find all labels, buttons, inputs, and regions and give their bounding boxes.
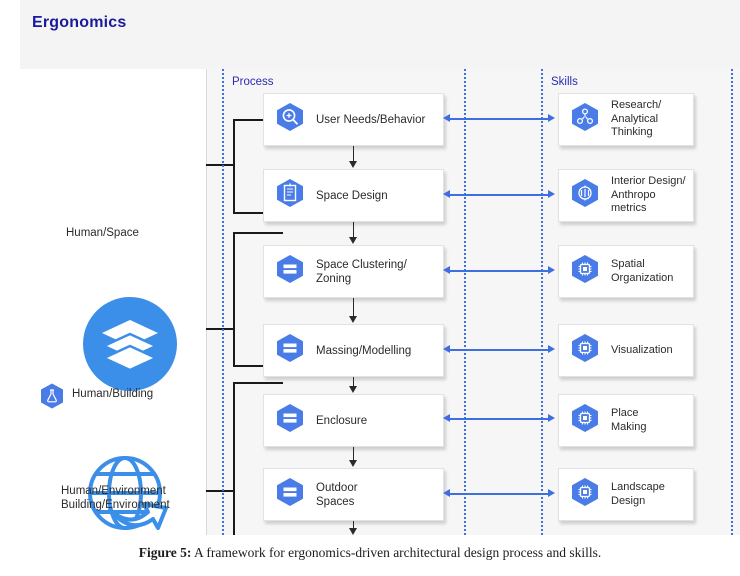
skill-link-arrowhead-left-3 [443, 266, 450, 274]
skill-node-label: Research/ Analytical Thinking [611, 99, 662, 139]
figure-root: Ergonomics Human/Space Human/Building Hu… [0, 0, 740, 576]
process-node-massing-modelling[interactable]: Massing/Modelling [263, 324, 444, 377]
skill-link-arrowhead-left-4 [443, 345, 450, 353]
skill-link-arrowhead-right-2 [548, 190, 555, 198]
process-group-title: Process [232, 76, 274, 88]
chip-hexagon-icon [570, 403, 600, 438]
skill-link-arrowhead-right-4 [548, 345, 555, 353]
skill-link-arrowhead-left-6 [443, 489, 450, 497]
skill-link-arrowhead-left-2 [443, 190, 450, 198]
skill-node-label: Interior Design/ Anthropo metrics [611, 175, 686, 215]
rows-hexagon-icon [275, 403, 305, 438]
figure-caption-body: A framework for ergonomics-driven archit… [191, 545, 602, 560]
skill-link-arrowhead-left-5 [443, 414, 450, 422]
skill-link-line-5 [450, 418, 550, 420]
skill-node-research-analytical-thinking[interactable]: Research/ Analytical Thinking [558, 93, 694, 146]
process-node-space-clustering[interactable]: Space Clustering/ Zoning [263, 245, 444, 298]
rows-hexagon-icon [275, 333, 305, 368]
process-node-label: Massing/Modelling [316, 344, 412, 357]
process-node-label: Outdoor Spaces [316, 481, 358, 508]
flow-arrowhead-3 [349, 316, 357, 323]
network-hexagon-icon [570, 102, 600, 137]
layers-icon [101, 320, 159, 372]
skill-link-arrowhead-right-6 [548, 489, 555, 497]
chip-hexagon-icon [570, 254, 600, 289]
skills-group-title: Skills [551, 76, 578, 88]
flow-line-3 [353, 298, 355, 317]
diagram-canvas: Human/Space Human/Building Human/Environ… [20, 69, 740, 535]
figure-caption-prefix: Figure 5: [138, 545, 192, 560]
skill-link-line-3 [450, 270, 550, 272]
skill-link-line-2 [450, 194, 550, 196]
process-node-enclosure[interactable]: Enclosure [263, 394, 444, 447]
skill-link-arrowhead-right-5 [548, 414, 555, 422]
skill-node-label: Visualization [611, 343, 673, 356]
process-node-label: Enclosure [316, 414, 368, 427]
process-node-space-design[interactable]: Space Design [263, 169, 444, 222]
body-hexagon-icon [570, 178, 600, 213]
skill-link-arrowhead-right-3 [548, 266, 555, 274]
skill-node-landscape-design[interactable]: Landscape Design [558, 468, 694, 521]
flow-arrowhead-4 [349, 386, 357, 393]
flow-arrowhead-1 [349, 161, 357, 168]
page-title: Ergonomics [32, 14, 127, 31]
skill-link-arrowhead-left-1 [443, 114, 450, 122]
process-node-label: Space Design [316, 189, 388, 202]
flow-arrowhead-5 [349, 460, 357, 467]
skill-link-line-4 [450, 349, 550, 351]
flask-hexagon-icon [38, 382, 66, 410]
chip-hexagon-icon [570, 333, 600, 368]
figure-caption: Figure 5: A framework for ergonomics-dri… [0, 535, 740, 576]
flow-line-5 [353, 447, 355, 461]
flow-line-2 [353, 222, 355, 238]
header-band [20, 0, 740, 69]
taxonomy-label-human-space: Human/Space [66, 227, 139, 239]
skill-node-place-making[interactable]: Place Making [558, 394, 694, 447]
skill-link-arrowhead-right-1 [548, 114, 555, 122]
search-hexagon-icon [275, 102, 305, 137]
skill-link-line-6 [450, 493, 550, 495]
skill-node-label: Spatial Organization [611, 258, 674, 284]
rows-hexagon-icon [275, 477, 305, 512]
figure-caption-text: Figure 5: A framework for ergonomics-dri… [139, 545, 602, 561]
rows-hexagon-icon [275, 254, 305, 289]
flow-arrowhead-6 [349, 528, 357, 535]
process-node-label: Space Clustering/ Zoning [316, 258, 407, 285]
layers-circle-icon [83, 297, 177, 391]
blueprint-hexagon-icon [275, 178, 305, 213]
skill-node-visualization[interactable]: Visualization [558, 324, 694, 377]
process-node-outdoor-spaces[interactable]: Outdoor Spaces [263, 468, 444, 521]
taxonomy-label-human-building: Human/Building [72, 388, 154, 400]
taxonomy-label-human-environment: Human/Environment Building/Environment [61, 485, 170, 511]
process-node-label: User Needs/Behavior [316, 113, 426, 126]
skill-node-label: Landscape Design [611, 481, 665, 507]
skill-node-interior-design-anthropometrics[interactable]: Interior Design/ Anthropo metrics [558, 169, 694, 222]
flow-line-1 [353, 146, 355, 162]
flow-arrowhead-2 [349, 237, 357, 244]
skill-node-spatial-organization[interactable]: Spatial Organization [558, 245, 694, 298]
skill-node-label: Place Making [611, 407, 647, 433]
chip-hexagon-icon [570, 477, 600, 512]
process-node-user-needs[interactable]: User Needs/Behavior [263, 93, 444, 146]
skill-link-line-1 [450, 118, 550, 120]
